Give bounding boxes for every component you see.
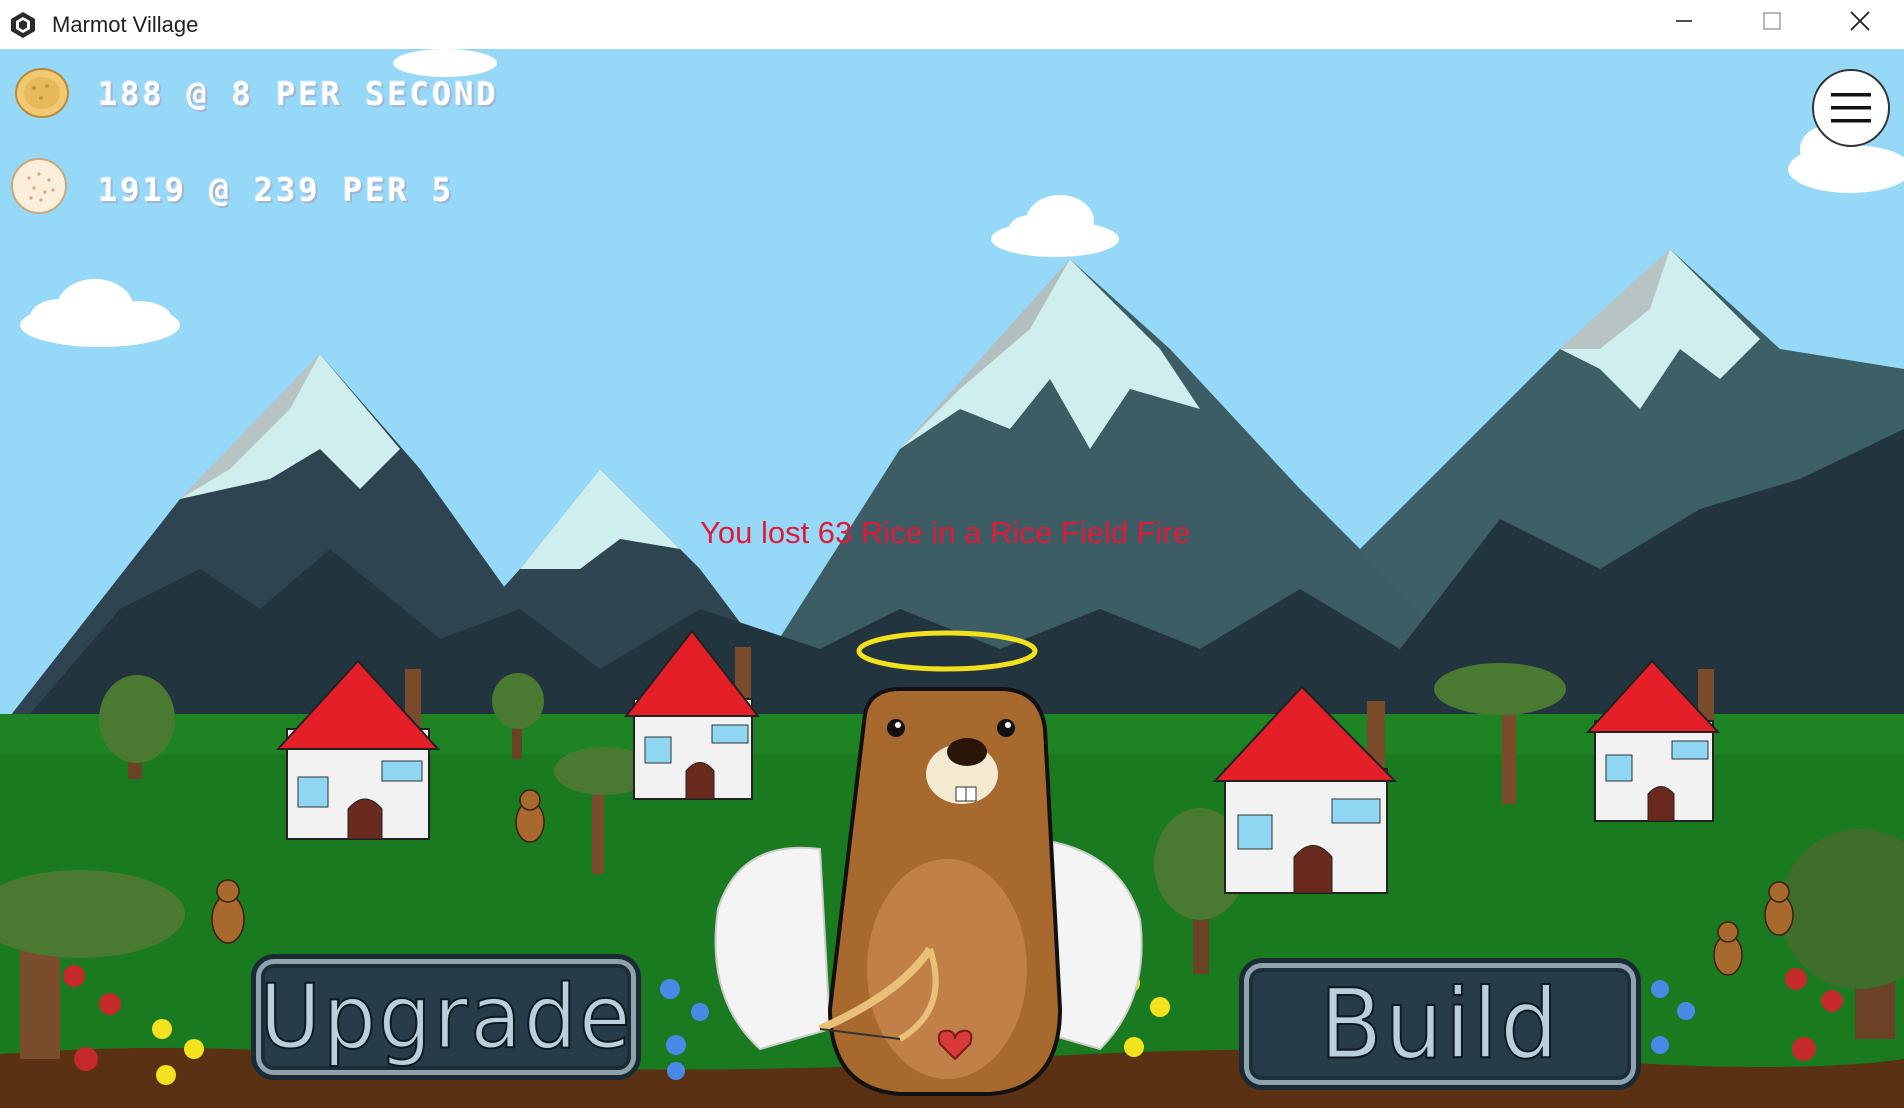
cloud-top — [393, 49, 497, 77]
minimize-icon — [1676, 20, 1692, 22]
maximize-button[interactable] — [1728, 0, 1816, 42]
event-notification-text: You lost 63 Rice in a Rice Field Fire — [700, 515, 1190, 550]
small-marmot-2 — [515, 789, 545, 843]
build-button-label: Build — [1319, 967, 1561, 1081]
maximize-icon — [1763, 12, 1781, 30]
small-marmot-4 — [1713, 921, 1743, 976]
minimize-button[interactable] — [1640, 0, 1728, 42]
unity-logo-icon — [8, 10, 38, 40]
bread-resource-counter: 188 @ 8 PER SECOND — [98, 75, 499, 113]
rice-resource-counter: 1919 @ 239 PER 5 — [98, 171, 455, 209]
close-button[interactable] — [1816, 0, 1904, 42]
menu-button[interactable] — [1812, 69, 1890, 147]
small-marmot-1 — [211, 879, 245, 944]
bread-icon — [14, 66, 70, 124]
hamburger-menu-icon — [1831, 93, 1871, 123]
game-scene[interactable]: 188 @ 8 PER SECOND 1919 @ 239 PER 5 You … — [0, 49, 1904, 1108]
small-marmot-5 — [1764, 881, 1794, 936]
rice-cake-icon — [9, 156, 69, 220]
upgrade-button-label: Upgrade — [258, 964, 633, 1069]
window-titlebar: Marmot Village — [0, 0, 1904, 50]
upgrade-button[interactable]: Upgrade — [256, 959, 636, 1075]
window-title: Marmot Village — [52, 11, 199, 37]
close-icon — [1850, 11, 1870, 31]
build-button[interactable]: Build — [1244, 963, 1636, 1085]
